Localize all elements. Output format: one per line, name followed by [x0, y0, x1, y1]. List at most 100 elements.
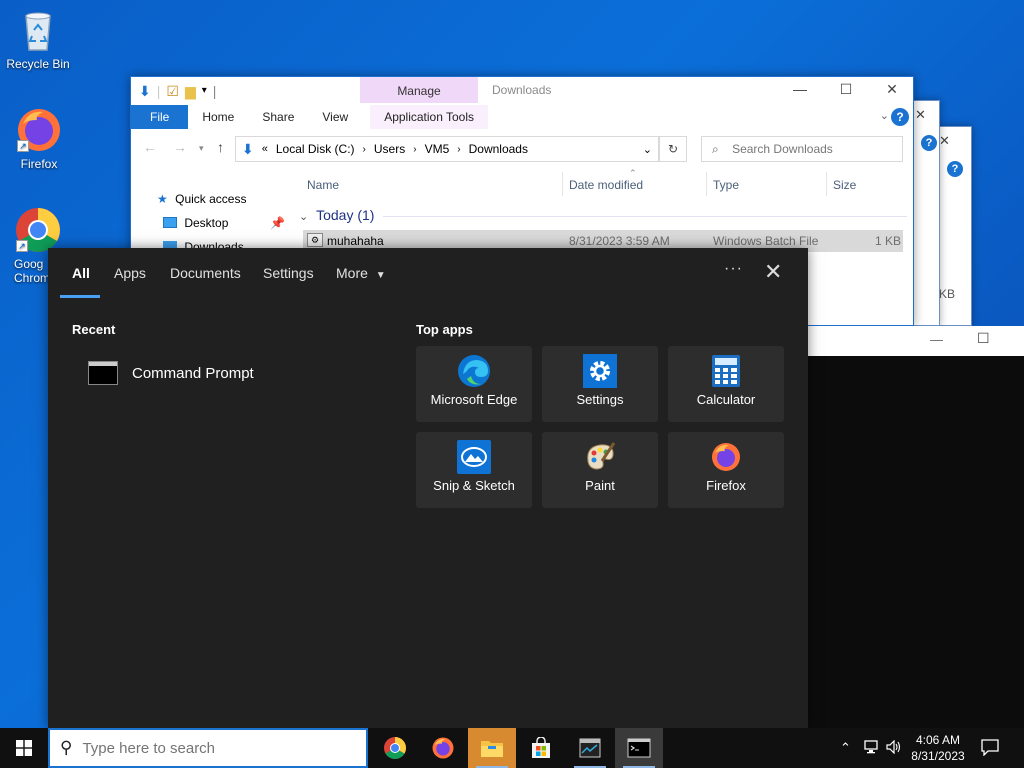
- tab-share[interactable]: Share: [248, 105, 308, 129]
- back-arrow-icon[interactable]: ←: [143, 139, 157, 155]
- tab-application-tools[interactable]: Application Tools: [370, 105, 489, 129]
- tab-apps[interactable]: Apps: [114, 265, 146, 281]
- nav-item-quick-access[interactable]: ★ Quick access: [157, 192, 246, 206]
- title-bar[interactable]: ⬇ | ☑ ▆ ▾ | Manage Downloads — ☐ ✕: [131, 77, 913, 105]
- download-arrow-icon: ⬇: [139, 83, 151, 99]
- chevron-down-icon[interactable]: ⌄: [643, 143, 652, 156]
- caret-down-icon: ▼: [375, 270, 386, 281]
- search-input[interactable]: [82, 739, 343, 757]
- search-panel[interactable]: All Apps Documents Settings More ▼ ··· ✕…: [48, 248, 808, 728]
- forward-arrow-icon[interactable]: →: [173, 139, 187, 155]
- app-tile-paint[interactable]: Paint: [542, 432, 658, 508]
- breadcrumb-separator-icon[interactable]: ›: [363, 144, 366, 155]
- column-header-date[interactable]: Date modified: [569, 178, 643, 192]
- batch-file-icon: ⚙: [307, 233, 323, 247]
- maximize-button[interactable]: ☐: [977, 330, 990, 347]
- command-prompt-window[interactable]: — ☐: [808, 326, 1024, 728]
- taskbar-search-box[interactable]: ⚲: [48, 728, 368, 768]
- app-tile-microsoft-edge[interactable]: Microsoft Edge: [416, 346, 532, 422]
- file-size: 1 KB: [875, 234, 902, 248]
- tab-view[interactable]: View: [308, 105, 362, 129]
- chevron-down-icon[interactable]: ▾: [202, 83, 207, 99]
- tab-documents[interactable]: Documents: [170, 265, 241, 281]
- taskbar-app-task-manager[interactable]: [566, 728, 614, 768]
- minimize-button[interactable]: —: [930, 332, 943, 347]
- notification-center-icon[interactable]: [980, 738, 1002, 758]
- command-prompt-icon: [627, 738, 651, 758]
- help-icon[interactable]: ?: [891, 108, 909, 126]
- tab-more-label: More: [336, 265, 368, 281]
- tab-all[interactable]: All: [72, 265, 90, 281]
- taskbar-app-file-explorer[interactable]: [468, 728, 516, 768]
- window-title: Downloads: [492, 83, 552, 97]
- close-icon[interactable]: ✕: [939, 133, 950, 149]
- taskbar-app-store[interactable]: [517, 728, 565, 768]
- breadcrumb-separator-icon[interactable]: ›: [457, 144, 460, 155]
- taskbar-app-chrome[interactable]: [371, 728, 419, 768]
- app-tile-calculator[interactable]: Calculator: [668, 346, 784, 422]
- column-divider[interactable]: [562, 172, 563, 196]
- show-hidden-icons-chevron-icon[interactable]: ⌃: [840, 740, 851, 756]
- desktop-icon-firefox[interactable]: ↗ Firefox: [1, 106, 77, 171]
- tab-more[interactable]: More ▼: [336, 265, 386, 281]
- desktop-icon-recycle-bin[interactable]: Recycle Bin: [0, 6, 76, 71]
- address-bar[interactable]: ⬇ « Local Disk (C:) › Users › VM5 › Down…: [235, 136, 659, 162]
- tab-home[interactable]: Home: [188, 105, 248, 129]
- group-header-today[interactable]: ⌄ Today (1): [299, 207, 374, 223]
- group-divider: [383, 216, 907, 217]
- breadcrumb-separator-icon[interactable]: ›: [413, 144, 416, 155]
- recent-item-command-prompt[interactable]: Command Prompt: [88, 359, 388, 387]
- maximize-button[interactable]: ☐: [831, 81, 861, 98]
- app-tile-settings[interactable]: Settings: [542, 346, 658, 422]
- chevron-down-icon: ⌄: [299, 211, 309, 223]
- pin-icon[interactable]: 📌: [270, 216, 285, 230]
- manage-contextual-tab[interactable]: Manage: [360, 77, 478, 103]
- network-icon[interactable]: [863, 740, 879, 757]
- breadcrumb-users[interactable]: Users: [374, 142, 405, 156]
- tab-settings[interactable]: Settings: [263, 265, 314, 281]
- close-icon[interactable]: ✕: [764, 260, 782, 284]
- clock[interactable]: 4:06 AM 8/31/2023: [902, 732, 974, 764]
- tab-file[interactable]: File: [131, 105, 189, 129]
- up-arrow-icon[interactable]: ↑: [217, 139, 224, 155]
- search-input[interactable]: ⌕ Search Downloads: [701, 136, 903, 162]
- nav-item-desktop[interactable]: Desktop 📌: [163, 216, 285, 230]
- app-tile-snip-sketch[interactable]: Snip & Sketch: [416, 432, 532, 508]
- breadcrumb-local-disk[interactable]: Local Disk (C:): [276, 142, 355, 156]
- ribbon-expand-icon[interactable]: ⌄: [880, 109, 889, 122]
- nav-label: Quick access: [175, 192, 247, 206]
- taskbar-app-command-prompt[interactable]: [615, 728, 663, 768]
- refresh-button[interactable]: ↻: [659, 136, 687, 162]
- breadcrumb-downloads[interactable]: Downloads: [469, 142, 528, 156]
- start-button[interactable]: [0, 728, 48, 768]
- breadcrumb-vm5[interactable]: VM5: [425, 142, 450, 156]
- column-header-size[interactable]: Size: [833, 178, 856, 192]
- shortcut-arrow-icon: ↗: [17, 140, 29, 152]
- console-title-bar[interactable]: — ☐: [808, 326, 1024, 356]
- minimize-button[interactable]: —: [785, 81, 815, 97]
- snip-sketch-icon: [457, 440, 491, 474]
- column-header-type[interactable]: Type: [713, 178, 739, 192]
- calculator-icon: [709, 354, 743, 388]
- column-header-name[interactable]: Name: [307, 178, 339, 192]
- taskbar-app-firefox[interactable]: [419, 728, 467, 768]
- help-icon[interactable]: ?: [947, 161, 963, 177]
- more-options-icon[interactable]: ···: [724, 260, 743, 278]
- recent-item-label: Command Prompt: [132, 364, 254, 382]
- search-placeholder: Search Downloads: [732, 142, 833, 156]
- close-icon[interactable]: ✕: [915, 107, 926, 123]
- recent-heading: Recent: [72, 322, 116, 337]
- properties-icon[interactable]: ☑: [166, 83, 179, 99]
- new-folder-icon[interactable]: ▆: [185, 83, 196, 99]
- close-button[interactable]: ✕: [877, 81, 907, 98]
- app-tile-firefox[interactable]: Firefox: [668, 432, 784, 508]
- breadcrumb-overflow-icon[interactable]: «: [262, 143, 268, 155]
- edge-icon: [457, 354, 491, 388]
- quick-access-toolbar: ⬇ | ☑ ▆ ▾ |: [139, 83, 217, 99]
- volume-icon[interactable]: [886, 739, 902, 757]
- recent-locations-icon[interactable]: ▾: [199, 143, 204, 154]
- column-divider[interactable]: [826, 172, 827, 196]
- column-divider[interactable]: [706, 172, 707, 196]
- app-tile-label: Paint: [585, 478, 615, 493]
- help-icon[interactable]: ?: [921, 135, 937, 151]
